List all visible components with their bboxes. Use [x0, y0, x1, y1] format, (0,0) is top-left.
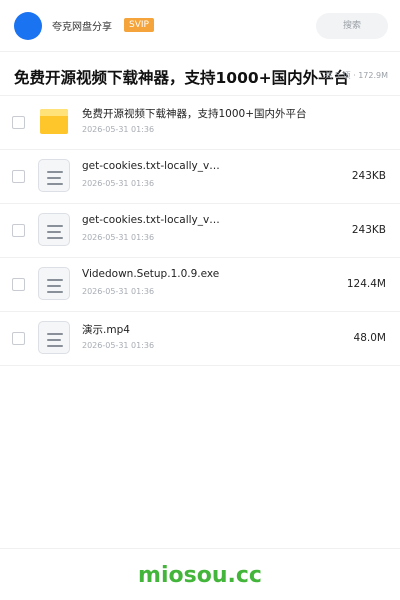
file-date: 2026-05-31 01:36 [82, 233, 155, 242]
folder-icon [38, 105, 70, 138]
file-size: 48.0M [353, 332, 386, 344]
file-date: 2026-05-31 01:36 [82, 287, 155, 296]
file-name: 演示.mp4 [82, 324, 130, 336]
row-checkbox[interactable] [12, 170, 25, 183]
file-size: 243KB [351, 224, 386, 236]
row-checkbox[interactable] [12, 224, 25, 237]
share-title: 免费开源视频下载神器，支持1000+国内外平台 [14, 69, 350, 87]
file-row[interactable]: 演示.mp4 2026-05-31 01:36 48.0M [0, 312, 400, 366]
file-name: get-cookies.txt-locally_v… [82, 160, 220, 172]
row-checkbox[interactable] [12, 278, 25, 291]
row-checkbox[interactable] [12, 332, 25, 345]
file-row[interactable]: get-cookies.txt-locally_v… 2026-05-31 01… [0, 150, 400, 204]
file-date: 2026-05-31 01:36 [82, 341, 155, 350]
document-icon [38, 267, 70, 300]
file-size: 243KB [351, 170, 386, 182]
document-icon [38, 213, 70, 246]
file-row[interactable]: Videdown.Setup.1.0.9.exe 2026-05-31 01:3… [0, 258, 400, 312]
file-name: 免费开源视频下载神器，支持1000+国内外平台 [82, 108, 307, 120]
file-row[interactable]: 免费开源视频下载神器，支持1000+国内外平台 2026-05-31 01:36 [0, 96, 400, 150]
file-row[interactable]: get-cookies.txt-locally_v… 2026-05-31 01… [0, 204, 400, 258]
app-title: 夸克网盘分享 [52, 22, 112, 33]
svip-badge: SVIP [124, 18, 154, 32]
brand-link[interactable]: miosou.cc [0, 563, 400, 588]
share-meta: 共 5 项 · 172.9M [324, 71, 388, 80]
avatar[interactable] [14, 12, 42, 40]
row-checkbox[interactable] [12, 116, 25, 129]
document-icon [38, 159, 70, 192]
document-icon [38, 321, 70, 354]
file-name: Videdown.Setup.1.0.9.exe [82, 268, 220, 280]
file-date: 2026-05-31 01:36 [82, 125, 155, 134]
file-name: get-cookies.txt-locally_v… [82, 214, 220, 226]
file-date: 2026-05-31 01:36 [82, 179, 155, 188]
footer: miosou.cc [0, 548, 400, 600]
search-button[interactable]: 搜索 [316, 13, 388, 39]
top-bar: 夸克网盘分享 SVIP 搜索 [0, 0, 400, 52]
file-size: 124.4M [346, 278, 386, 290]
